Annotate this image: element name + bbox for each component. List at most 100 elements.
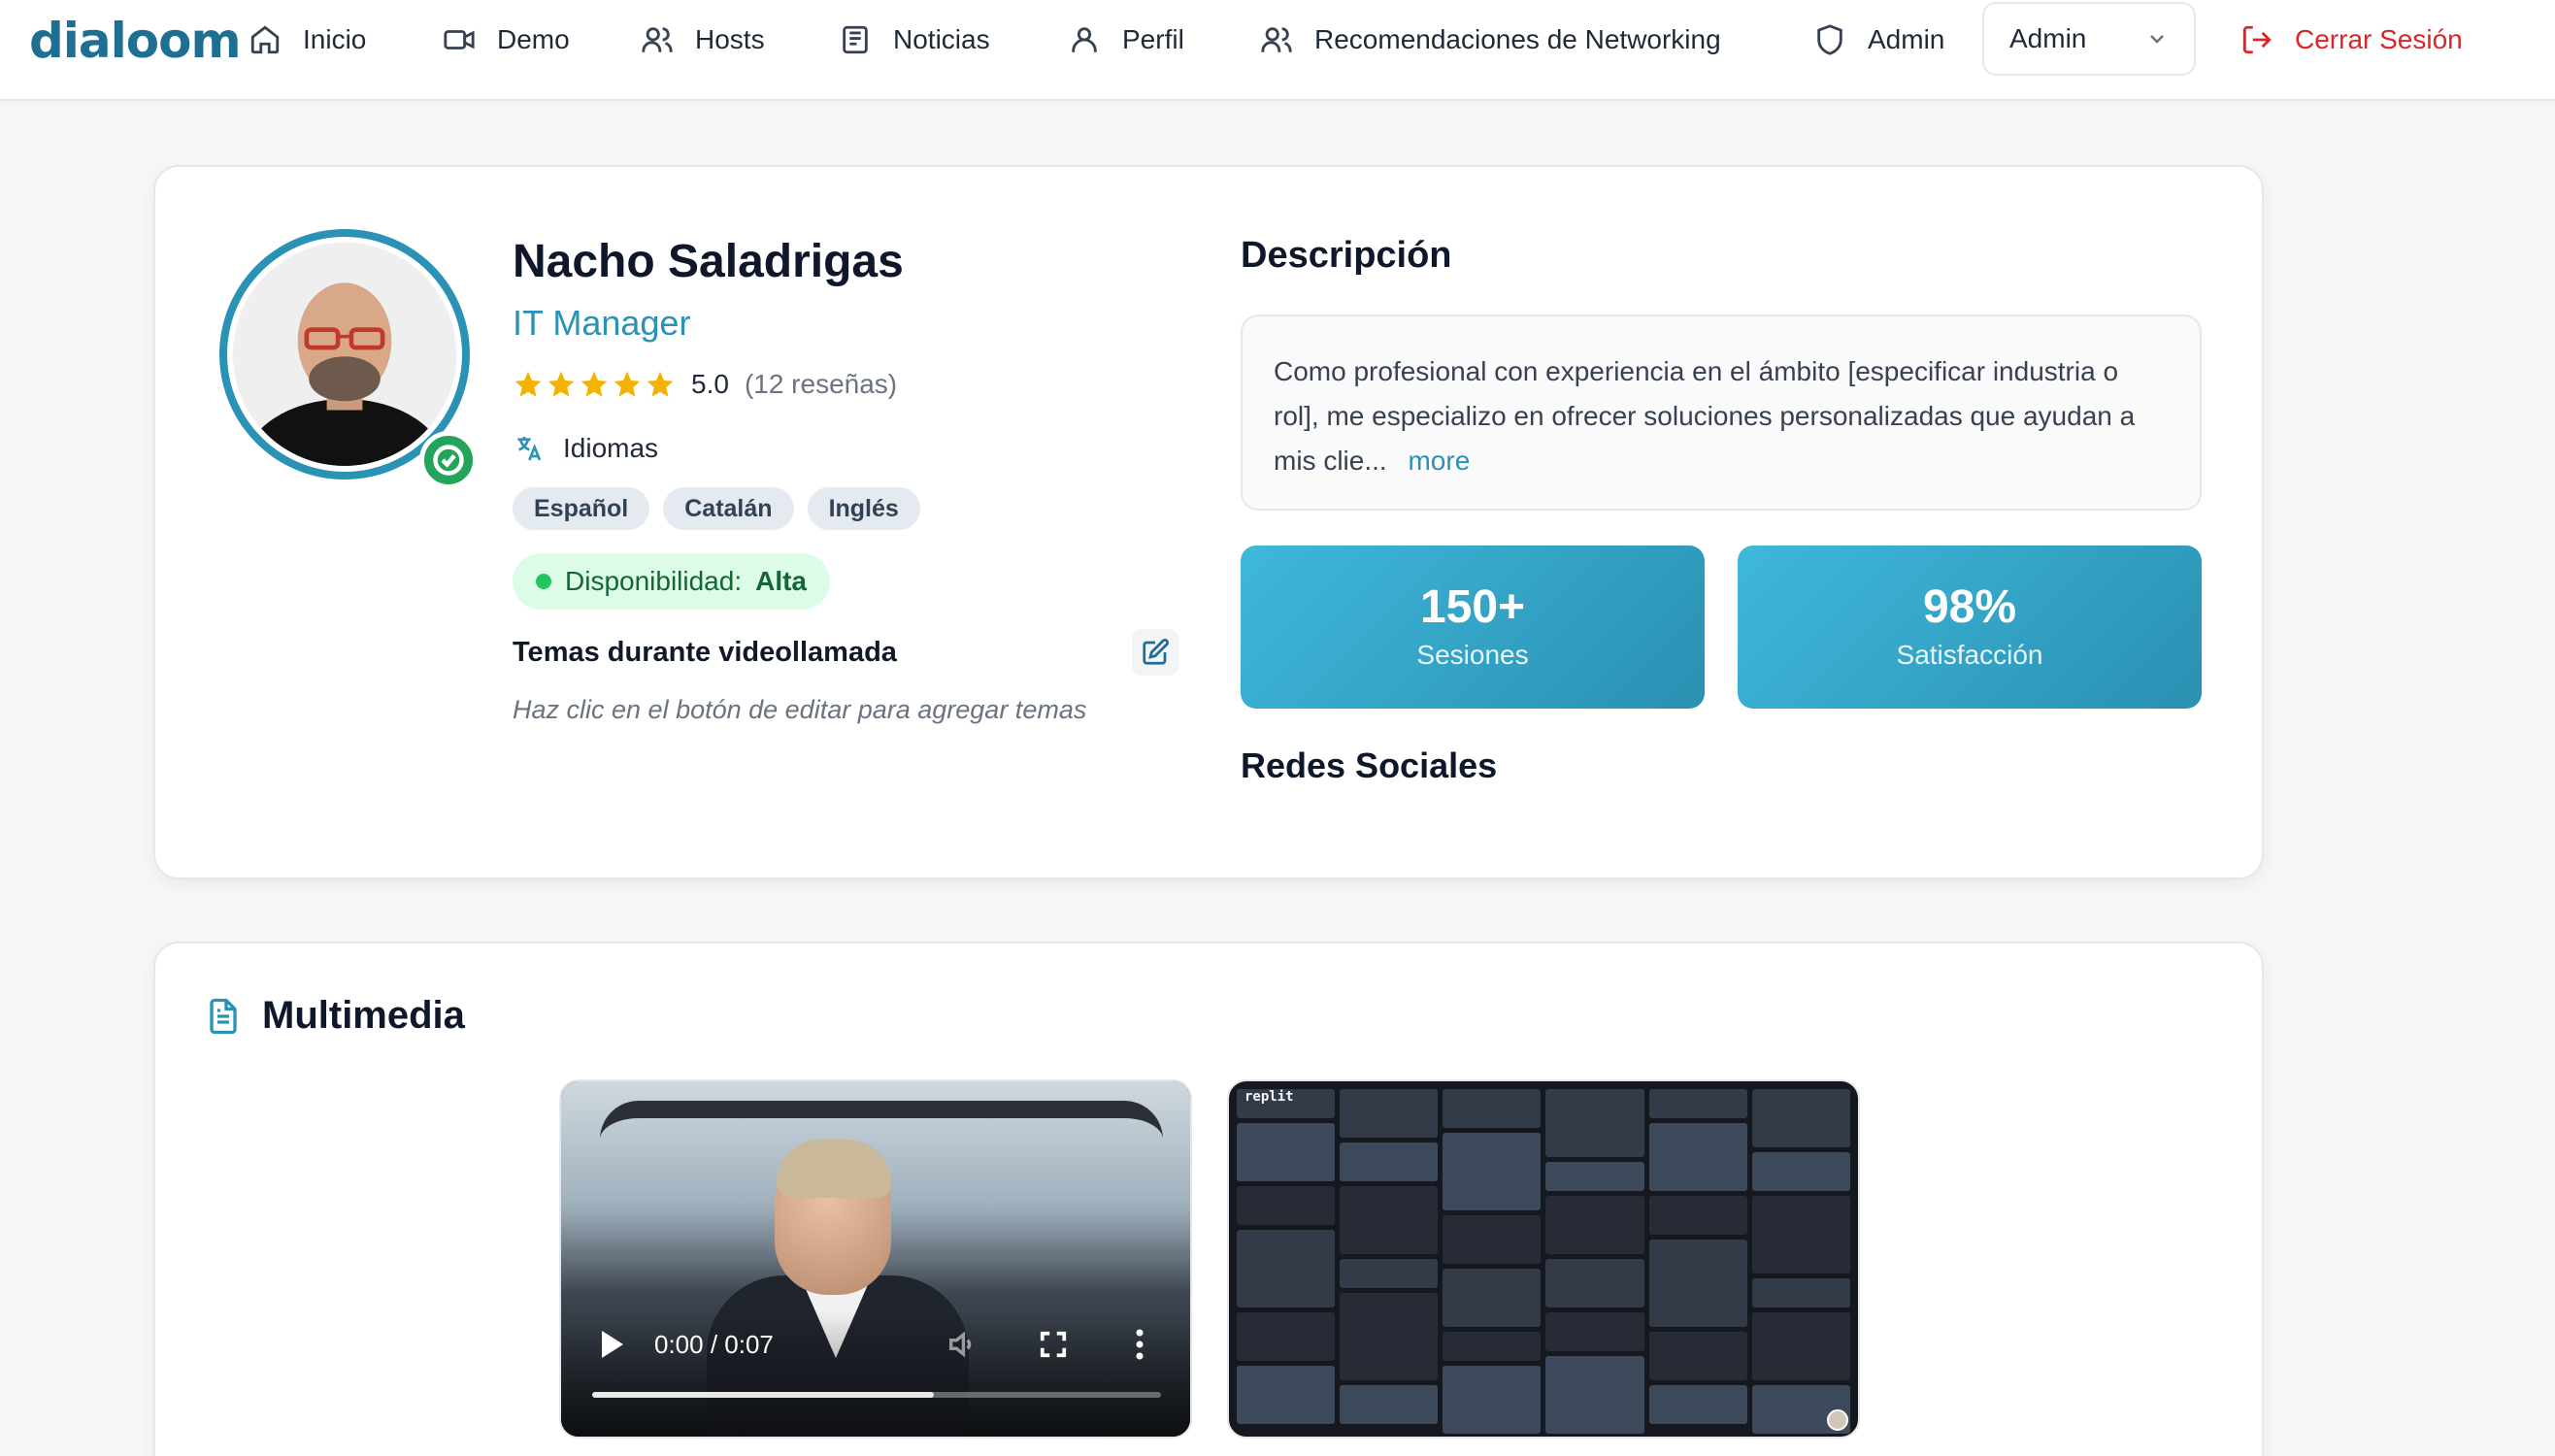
logout-icon bbox=[2242, 25, 2272, 54]
nav-item-admin[interactable]: Admin bbox=[1813, 17, 1944, 62]
play-icon bbox=[602, 1331, 623, 1358]
language-chip: Español bbox=[513, 487, 650, 530]
languages-heading: Idiomas bbox=[513, 433, 658, 464]
dialoom-logo[interactable]: dialoom bbox=[29, 12, 242, 70]
nav-item-inicio[interactable]: Inicio bbox=[249, 17, 366, 62]
stat-label: Sesiones bbox=[1416, 640, 1529, 670]
nav-label: Admin bbox=[1868, 24, 1945, 54]
volume-icon bbox=[948, 1331, 972, 1358]
users-icon bbox=[642, 27, 673, 52]
stat-value: 150+ bbox=[1419, 581, 1526, 633]
description-more-link[interactable]: more bbox=[1408, 446, 1470, 476]
nav-item-hosts[interactable]: Hosts bbox=[641, 17, 765, 62]
screenshot-panel bbox=[1751, 1278, 1850, 1307]
screenshot-column bbox=[1237, 1089, 1336, 1434]
star-icon bbox=[548, 371, 575, 397]
screenshot-panel bbox=[1443, 1366, 1542, 1434]
screenshot-column bbox=[1340, 1089, 1439, 1434]
screenshot-panel bbox=[1340, 1259, 1439, 1288]
screenshot-panel bbox=[1340, 1385, 1439, 1424]
language-chips: Español Catalán Inglés bbox=[513, 487, 920, 530]
chevron-down-icon bbox=[2150, 35, 2164, 44]
nav-item-demo[interactable]: Demo bbox=[443, 17, 570, 62]
role-select[interactable]: Admin bbox=[1982, 2, 2196, 76]
description-box: Como profesional con experiencia en el á… bbox=[1241, 314, 2202, 511]
topics-hint: Haz clic en el botón de editar para agre… bbox=[513, 695, 1087, 724]
description-text: Como profesional con experiencia en el á… bbox=[1274, 356, 2136, 476]
screenshot-panel bbox=[1237, 1123, 1336, 1181]
logout-button[interactable]: Cerrar Sesión bbox=[2240, 17, 2463, 62]
nav-label: Inicio bbox=[303, 24, 367, 54]
screenshot-panel bbox=[1648, 1089, 1747, 1118]
topics-title: Temas durante videollamada bbox=[513, 637, 897, 668]
thumbnail-logo: replit bbox=[1244, 1089, 1294, 1105]
nav-label: Recomendaciones de Networking bbox=[1314, 24, 1721, 54]
multimedia-heading: Multimedia bbox=[206, 994, 465, 1038]
avatar-illustration bbox=[233, 243, 456, 466]
play-button[interactable] bbox=[600, 1330, 625, 1359]
rating-value: 5.0 bbox=[691, 369, 729, 399]
screenshot-panel bbox=[1648, 1332, 1747, 1380]
stat-label: Satisfacción bbox=[1896, 640, 2043, 670]
video-progress-fill bbox=[592, 1392, 934, 1398]
nav-item-networking[interactable]: Recomendaciones de Networking bbox=[1260, 17, 1721, 62]
star-icon bbox=[614, 371, 641, 397]
edit-topics-button[interactable] bbox=[1132, 629, 1178, 676]
screenshot-column bbox=[1648, 1089, 1747, 1434]
social-title: Redes Sociales bbox=[1241, 745, 1498, 785]
rating: 5.0 (12 reseñas) bbox=[513, 369, 897, 400]
profile-card: Nacho Saladrigas IT Manager 5.0 (12 rese… bbox=[153, 165, 2264, 879]
screenshot-panel bbox=[1237, 1230, 1336, 1307]
stat-satisfaction: 98% Satisfacción bbox=[1738, 546, 2202, 709]
profile-name: Nacho Saladrigas bbox=[513, 236, 904, 287]
availability-label: Disponibilidad: bbox=[565, 566, 743, 596]
screenshot-panel bbox=[1751, 1196, 1850, 1274]
star-icon bbox=[514, 371, 542, 397]
users-icon bbox=[1261, 27, 1292, 52]
screenshot-column bbox=[1443, 1089, 1542, 1434]
screenshot-panel bbox=[1340, 1293, 1439, 1380]
video-player[interactable]: 0:00 / 0:07 bbox=[559, 1079, 1192, 1439]
screenshot-panel bbox=[1340, 1142, 1439, 1181]
verified-badge bbox=[419, 431, 478, 489]
screenshot-grid bbox=[1237, 1089, 1850, 1434]
role-select-value: Admin bbox=[2009, 23, 2087, 53]
thumbnail-avatar bbox=[1827, 1409, 1848, 1431]
screenshot-panel bbox=[1751, 1152, 1850, 1191]
screenshot-panel bbox=[1545, 1312, 1644, 1351]
fullscreen-icon bbox=[1040, 1331, 1067, 1358]
multimedia-card: Multimedia 0:00 / 0:07 replit bbox=[153, 942, 2264, 1456]
screenshot-panel bbox=[1443, 1332, 1542, 1361]
star-icon bbox=[647, 371, 674, 397]
availability-badge: Disponibilidad: Alta bbox=[513, 553, 831, 610]
translate-icon bbox=[517, 437, 542, 461]
newspaper-icon bbox=[843, 25, 868, 54]
edit-icon bbox=[1143, 638, 1170, 665]
nav-item-noticias[interactable]: Noticias bbox=[839, 17, 990, 62]
top-navbar: dialoom Inicio Demo Hosts Noticias Perfi… bbox=[0, 0, 2555, 101]
image-thumbnail[interactable]: replit bbox=[1227, 1079, 1860, 1439]
user-icon bbox=[1072, 27, 1097, 52]
logout-label: Cerrar Sesión bbox=[2295, 24, 2463, 54]
screenshot-panel bbox=[1648, 1240, 1747, 1327]
profile-role: IT Manager bbox=[513, 303, 691, 343]
languages-label: Idiomas bbox=[563, 433, 659, 463]
video-menu-button[interactable] bbox=[1134, 1328, 1145, 1361]
nav-item-perfil[interactable]: Perfil bbox=[1068, 17, 1184, 62]
screenshot-panel bbox=[1648, 1196, 1747, 1235]
video-progress[interactable] bbox=[592, 1392, 1161, 1398]
video-icon bbox=[444, 30, 475, 50]
check-circle-icon bbox=[433, 445, 464, 476]
nav-label: Demo bbox=[497, 24, 570, 54]
volume-button[interactable] bbox=[946, 1328, 979, 1361]
availability-dot bbox=[536, 574, 551, 589]
fullscreen-button[interactable] bbox=[1039, 1330, 1068, 1359]
nav-label: Noticias bbox=[893, 24, 990, 54]
nav-label: Hosts bbox=[695, 24, 765, 54]
rating-stars bbox=[513, 369, 676, 400]
screenshot-panel bbox=[1443, 1269, 1542, 1327]
screenshot-panel bbox=[1340, 1089, 1439, 1138]
screenshot-panel bbox=[1545, 1089, 1644, 1157]
screenshot-panel bbox=[1237, 1312, 1336, 1361]
screenshot-panel bbox=[1237, 1366, 1336, 1424]
